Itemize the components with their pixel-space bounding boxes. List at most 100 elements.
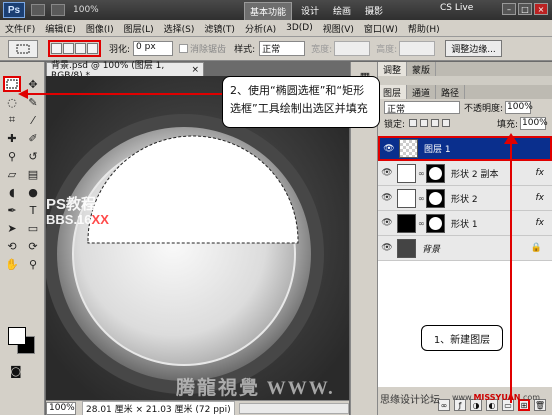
antialias-checkbox[interactable]: 消除锯齿 bbox=[179, 42, 226, 55]
new-selection-icon[interactable] bbox=[51, 43, 62, 54]
minibridge-button[interactable] bbox=[51, 4, 65, 16]
layer-thumbnail bbox=[397, 213, 416, 233]
zoom-level[interactable]: 100% bbox=[73, 5, 99, 15]
lock-transparency-icon[interactable] bbox=[409, 119, 418, 127]
close-tab-icon[interactable]: × bbox=[191, 65, 199, 75]
menu-help[interactable]: 帮助(H) bbox=[403, 22, 445, 35]
blend-mode-select[interactable]: 正常 bbox=[384, 100, 460, 115]
overlay-watermark-line2: BBS.16XX8 bbox=[46, 212, 117, 227]
tools-panel: ✥ ◌ ✎ ⌗ ⁄ ✚ ✐ ⚲ ↺ ▱ ▤ ◖ ● ✒ T ➤ ▭ ⟲ ⟳ ✋ … bbox=[0, 62, 45, 415]
maximize-icon[interactable]: □ bbox=[518, 3, 532, 15]
type-tool-icon[interactable]: T bbox=[24, 202, 42, 218]
horizontal-scrollbar[interactable] bbox=[238, 402, 349, 414]
layer-row-background[interactable]: 👁 背景 🔒 bbox=[378, 236, 552, 261]
workspace-switcher: 基本功能 设计 绘画 摄影 bbox=[244, 2, 388, 21]
menu-file[interactable]: 文件(F) bbox=[0, 22, 40, 35]
history-brush-icon[interactable]: ↺ bbox=[24, 148, 42, 164]
chain-icon: ∞ bbox=[418, 218, 425, 228]
eye-icon[interactable]: 👁 bbox=[380, 193, 394, 203]
hand-tool-icon[interactable]: ✋ bbox=[3, 256, 21, 272]
quick-mask-icon[interactable]: ◙ bbox=[10, 364, 22, 378]
layer-row-shape1[interactable]: 👁 ∞ 形状 1 fx bbox=[378, 211, 552, 236]
lock-icon: 🔒 bbox=[530, 243, 542, 253]
subtract-selection-icon[interactable] bbox=[75, 43, 86, 54]
layer-name: 形状 2 bbox=[451, 194, 478, 205]
layer-row-shape2-copy[interactable]: 👁 ∞ 形状 2 副本 fx bbox=[378, 161, 552, 186]
3d-camera-icon[interactable]: ⟳ bbox=[24, 238, 42, 254]
lock-all-icon[interactable] bbox=[442, 119, 451, 127]
blend-row: 正常 不透明度: 100% bbox=[378, 99, 552, 115]
document-info[interactable]: 28.01 厘米 × 21.03 厘米 (72 ppi) bbox=[82, 400, 235, 415]
eyedropper-tool-icon[interactable]: ⁄ bbox=[24, 112, 42, 128]
layer-row-shape2[interactable]: 👁 ∞ 形状 2 fx bbox=[378, 186, 552, 211]
feather-input[interactable]: 0 px bbox=[133, 41, 174, 56]
tab-adjustments[interactable]: 调整 bbox=[378, 62, 408, 76]
eraser-tool-icon[interactable]: ▱ bbox=[3, 166, 21, 182]
fx-icon[interactable]: fx bbox=[536, 218, 545, 228]
add-selection-icon[interactable] bbox=[63, 43, 74, 54]
pen-tool-icon[interactable]: ✒ bbox=[3, 202, 21, 218]
shape-tool-icon[interactable]: ▭ bbox=[24, 220, 42, 236]
tab-layers[interactable]: 图层 bbox=[378, 85, 408, 99]
tab-channels[interactable]: 通道 bbox=[407, 85, 437, 99]
foreground-color-swatch[interactable] bbox=[8, 327, 26, 345]
fill-input[interactable]: 100% bbox=[520, 116, 548, 130]
menu-select[interactable]: 选择(S) bbox=[159, 22, 200, 35]
feather-label: 羽化: bbox=[109, 45, 131, 55]
photoshop-logo: Ps bbox=[3, 2, 25, 18]
menu-window[interactable]: 窗口(W) bbox=[359, 22, 403, 35]
menu-filter[interactable]: 滤镜(T) bbox=[199, 22, 240, 35]
style-label: 样式: bbox=[234, 45, 256, 55]
vector-mask-thumbnail bbox=[426, 213, 445, 233]
height-input[interactable] bbox=[399, 41, 436, 56]
width-input[interactable] bbox=[334, 41, 371, 56]
cs-live-button[interactable]: CS Live bbox=[440, 3, 473, 13]
style-select[interactable]: 正常 bbox=[259, 41, 306, 56]
lock-position-icon[interactable] bbox=[431, 119, 440, 127]
healing-brush-icon[interactable]: ✚ bbox=[3, 130, 21, 146]
zoom-field[interactable]: 100% bbox=[46, 401, 76, 415]
menu-analysis[interactable]: 分析(A) bbox=[240, 22, 281, 35]
fx-icon[interactable]: fx bbox=[536, 168, 545, 178]
tool-preset-picker[interactable] bbox=[8, 39, 38, 58]
gradient-tool-icon[interactable]: ▤ bbox=[24, 166, 42, 182]
bridge-button[interactable] bbox=[31, 4, 45, 16]
intersect-selection-icon[interactable] bbox=[87, 43, 98, 54]
brush-tool-icon[interactable]: ✐ bbox=[24, 130, 42, 146]
workspace-painting[interactable]: 绘画 bbox=[328, 2, 356, 21]
opacity-input[interactable]: 100% bbox=[505, 100, 533, 114]
menu-image[interactable]: 图像(I) bbox=[81, 22, 119, 35]
menu-3d[interactable]: 3D(D) bbox=[281, 23, 318, 33]
minimize-icon[interactable]: – bbox=[502, 3, 516, 15]
crop-tool-icon[interactable]: ⌗ bbox=[3, 112, 21, 128]
zoom-tool-icon[interactable]: ⚲ bbox=[24, 256, 42, 272]
workspace-photography[interactable]: 摄影 bbox=[360, 2, 388, 21]
eye-icon[interactable]: 👁 bbox=[380, 218, 394, 228]
vector-mask-thumbnail bbox=[426, 188, 445, 208]
step1-callout: 1、新建图层 bbox=[421, 325, 503, 351]
document-tab[interactable]: 背景.psd @ 100% (图层 1, RGB/8) * × bbox=[46, 61, 204, 81]
fill-label: 填充: bbox=[496, 119, 518, 130]
eye-icon[interactable]: 👁 bbox=[380, 168, 394, 178]
workspace-essentials[interactable]: 基本功能 bbox=[244, 2, 293, 21]
menu-view[interactable]: 视图(V) bbox=[318, 22, 359, 35]
workspace-design[interactable]: 设计 bbox=[296, 2, 324, 21]
menu-layer[interactable]: 图层(L) bbox=[119, 22, 159, 35]
clone-stamp-icon[interactable]: ⚲ bbox=[3, 148, 21, 164]
eye-icon[interactable]: 👁 bbox=[380, 243, 394, 253]
tab-paths[interactable]: 路径 bbox=[436, 85, 466, 99]
path-select-icon[interactable]: ➤ bbox=[3, 220, 21, 236]
fx-icon[interactable]: fx bbox=[536, 193, 545, 203]
dodge-tool-icon[interactable]: ● bbox=[24, 184, 42, 200]
lock-pixels-icon[interactable] bbox=[420, 119, 429, 127]
callout-arrow bbox=[18, 89, 222, 99]
close-icon[interactable]: × bbox=[534, 3, 548, 15]
3d-rotate-icon[interactable]: ⟲ bbox=[3, 238, 21, 254]
blur-tool-icon[interactable]: ◖ bbox=[3, 184, 21, 200]
refine-edge-button[interactable]: 调整边缘... bbox=[445, 40, 502, 57]
layer-row-1[interactable]: 👁 图层 1 bbox=[378, 136, 552, 161]
vector-mask-thumbnail bbox=[426, 163, 445, 183]
tab-masks[interactable]: 蒙版 bbox=[407, 62, 437, 76]
menu-edit[interactable]: 编辑(E) bbox=[40, 22, 81, 35]
eye-icon[interactable]: 👁 bbox=[382, 144, 396, 154]
